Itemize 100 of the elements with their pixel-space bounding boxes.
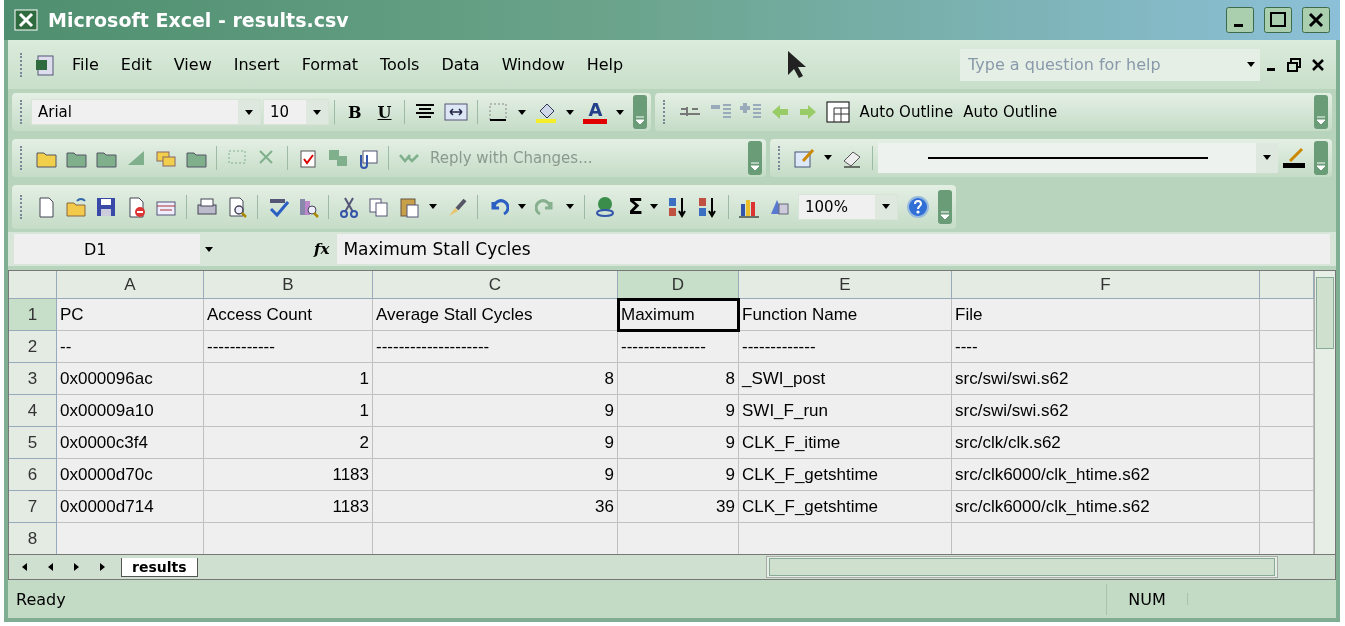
- autosum-button[interactable]: Σ: [628, 194, 644, 220]
- caret-icon[interactable]: [244, 107, 254, 117]
- minimize-icon[interactable]: [1226, 6, 1254, 33]
- table-cell[interactable]: src/clk6000/clk_htime.s62: [952, 459, 1260, 492]
- font-size-field[interactable]: 10: [263, 99, 329, 126]
- menu-item[interactable]: Data: [430, 52, 491, 78]
- table-cell[interactable]: 36: [373, 491, 618, 524]
- table-cell[interactable]: [1260, 363, 1314, 396]
- caret-icon[interactable]: [312, 107, 322, 117]
- font-field[interactable]: Arial: [31, 99, 261, 126]
- toolbar-options-icon[interactable]: [1314, 95, 1328, 130]
- auto-outline-button[interactable]: Auto Outline: [854, 103, 959, 122]
- table-cell[interactable]: 0x00009a10: [57, 395, 204, 428]
- table-cell[interactable]: 9: [373, 427, 618, 460]
- pivot-table-icon[interactable]: [826, 100, 851, 125]
- column-header[interactable]: A: [57, 271, 204, 300]
- close-icon[interactable]: [1310, 56, 1326, 73]
- row-header[interactable]: 4: [9, 395, 57, 428]
- row-header[interactable]: 6: [9, 459, 57, 492]
- table-cell[interactable]: [1260, 331, 1314, 364]
- row-header[interactable]: 7: [9, 491, 57, 524]
- menu-item[interactable]: Tools: [369, 52, 431, 78]
- fill-color-icon[interactable]: [535, 101, 558, 124]
- table-cell[interactable]: 8: [618, 363, 739, 396]
- auto-outline-button[interactable]: Auto Outline: [958, 103, 1063, 122]
- table-cell[interactable]: CLK_F_getshtime: [739, 491, 952, 524]
- table-cell[interactable]: PC: [57, 299, 204, 332]
- border-color-icon[interactable]: [1282, 146, 1306, 169]
- document-icon[interactable]: [35, 53, 57, 76]
- insert-function-button[interactable]: fx: [314, 240, 330, 259]
- maximize-icon[interactable]: [1264, 6, 1292, 33]
- sheet-tab[interactable]: results: [121, 557, 198, 577]
- printer-icon[interactable]: [196, 195, 218, 218]
- table-cell[interactable]: CLK_F_getshtime: [739, 459, 952, 492]
- menu-item[interactable]: Edit: [109, 52, 163, 78]
- row-header[interactable]: 3: [9, 363, 57, 396]
- name-box[interactable]: D1: [14, 234, 200, 265]
- table-cell[interactable]: ---------------: [618, 331, 739, 364]
- caret-icon[interactable]: [565, 107, 576, 117]
- column-header[interactable]: E: [739, 271, 952, 300]
- print-preview-icon[interactable]: [226, 195, 248, 218]
- merge-center-icon[interactable]: [444, 101, 469, 124]
- formula-field[interactable]: Maximum Stall Cycles: [337, 234, 1330, 265]
- column-header[interactable]: F: [952, 271, 1260, 300]
- table-cell[interactable]: src/clk6000/clk_htime.s62: [952, 491, 1260, 524]
- copy-icon[interactable]: [368, 195, 390, 218]
- table-cell[interactable]: 9: [618, 459, 739, 492]
- open-folder-icon[interactable]: [65, 195, 87, 218]
- table-cell[interactable]: ------------: [204, 331, 373, 364]
- borders-icon[interactable]: [487, 101, 510, 124]
- font-color-button[interactable]: A: [579, 100, 612, 124]
- table-cell[interactable]: [1260, 299, 1314, 332]
- menu-item[interactable]: Insert: [222, 52, 291, 78]
- table-cell[interactable]: 1183: [204, 491, 373, 524]
- table-cell[interactable]: 0x0000c3f4: [57, 427, 204, 460]
- toolbar-options-icon[interactable]: [1314, 140, 1328, 175]
- table-cell[interactable]: 39: [618, 491, 739, 524]
- table-cell[interactable]: -------------: [739, 331, 952, 364]
- row-header[interactable]: 8: [9, 523, 57, 555]
- table-cell[interactable]: File: [952, 299, 1260, 332]
- help-icon[interactable]: [906, 194, 931, 219]
- menu-item[interactable]: Window: [490, 52, 576, 78]
- right-arrow-icon[interactable]: [97, 561, 107, 574]
- caret-icon[interactable]: [204, 244, 214, 254]
- table-cell[interactable]: --------------------: [373, 331, 618, 364]
- table-cell[interactable]: src/swi/swi.s62: [952, 395, 1260, 428]
- table-cell[interactable]: 9: [618, 395, 739, 428]
- underline-button[interactable]: U: [369, 102, 400, 122]
- menu-item[interactable]: Help: [575, 52, 635, 78]
- menu-item[interactable]: Format: [290, 52, 369, 78]
- draw-border-icon[interactable]: [793, 146, 815, 169]
- bold-button[interactable]: B: [340, 102, 370, 122]
- active-cell[interactable]: Maximum: [618, 299, 739, 332]
- row-header[interactable]: 2: [9, 331, 57, 364]
- table-cell[interactable]: 9: [618, 427, 739, 460]
- table-cell[interactable]: CLK_F_itime: [739, 427, 952, 460]
- table-cell[interactable]: ----: [952, 331, 1260, 364]
- line-style-field[interactable]: [878, 142, 1278, 173]
- table-cell[interactable]: Access Count: [204, 299, 373, 332]
- right-arrow-icon[interactable]: [71, 561, 81, 574]
- column-header[interactable]: C: [373, 271, 618, 300]
- caret-icon[interactable]: [517, 107, 528, 117]
- table-cell[interactable]: 1: [204, 363, 373, 396]
- table-cell[interactable]: Function Name: [739, 299, 952, 332]
- toolbar-options-icon[interactable]: [748, 140, 762, 175]
- toolbar-options-icon[interactable]: [633, 95, 648, 130]
- table-cell[interactable]: _SWI_post: [739, 363, 952, 396]
- table-cell[interactable]: src/clk/clk.s62: [952, 427, 1260, 460]
- table-cell[interactable]: 0x000096ac: [57, 363, 204, 396]
- save-icon[interactable]: [95, 195, 117, 218]
- caret-icon[interactable]: [615, 107, 626, 117]
- table-cell[interactable]: 9: [373, 395, 618, 428]
- table-cell[interactable]: [1260, 491, 1314, 524]
- table-cell[interactable]: [1260, 459, 1314, 492]
- vertical-scrollbar[interactable]: [1314, 271, 1335, 555]
- table-cell[interactable]: 8: [373, 363, 618, 396]
- column-header[interactable]: B: [204, 271, 373, 300]
- row-header[interactable]: 5: [9, 427, 57, 460]
- paste-icon[interactable]: [398, 195, 420, 218]
- toolbar-options-icon[interactable]: [938, 189, 953, 224]
